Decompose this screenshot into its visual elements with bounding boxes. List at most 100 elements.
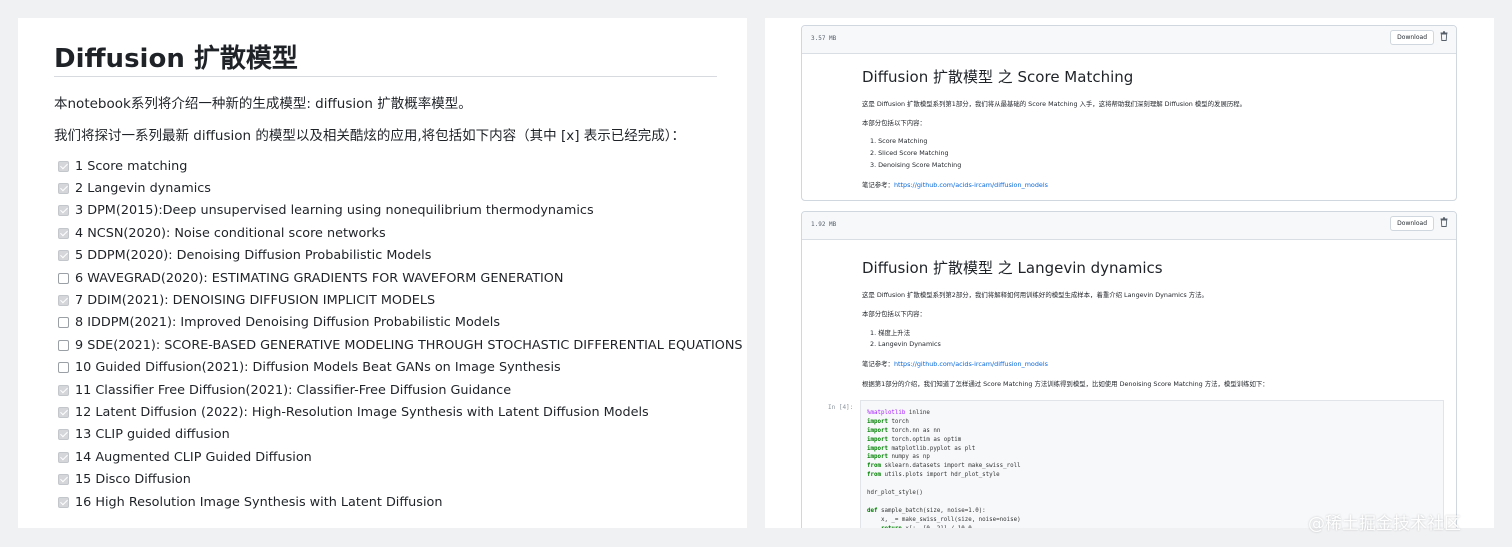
task-item: 15 Disco Diffusion [58, 468, 743, 490]
trash-icon[interactable] [1440, 31, 1448, 41]
task-item: 4 NCSN(2020): Noise conditional score ne… [58, 222, 743, 244]
download-button[interactable]: Download [1390, 216, 1434, 231]
cell-prompt: In [4]: [828, 404, 854, 411]
code-token: import [867, 427, 888, 434]
checked-checkbox[interactable] [58, 451, 69, 463]
task-label: 13 CLIP guided diffusion [75, 427, 230, 443]
code-text: numpy as np [887, 454, 930, 461]
notebook-panel: 3.57 MB Download Diffusion 扩散模型 之 Score … [765, 18, 1494, 528]
checked-checkbox[interactable] [58, 496, 69, 508]
markdown-panel: Diffusion 扩散模型 本notebook系列将介绍一种新的生成模型: d… [18, 18, 747, 528]
checked-checkbox[interactable] [58, 384, 69, 396]
task-label: 4 NCSN(2020): Noise conditional score ne… [75, 225, 386, 241]
notebook-reference: 笔记参考：https://github.com/acids-ircam/diff… [862, 180, 1446, 189]
task-list: 1 Score matching 2 Langevin dynamics 3 DPM… [58, 155, 743, 513]
reference-link[interactable]: https://github.com/acids-ircam/diffusion… [894, 181, 1048, 189]
code-token: import [867, 445, 888, 452]
task-label: 7 DDIM(2021): DENOISING DIFFUSION IMPLIC… [75, 293, 436, 309]
checked-checkbox[interactable] [58, 406, 69, 418]
checked-checkbox[interactable] [58, 429, 69, 441]
task-label: 10 Guided Diffusion(2021): Diffusion Mod… [75, 360, 561, 376]
task-item: 6 WAVEGRAD(2020): ESTIMATING GRADIENTS F… [58, 267, 743, 289]
code-text: utils.plots import hdr_plot_style [880, 472, 1000, 479]
intro-paragraph: 本notebook系列将介绍一种新的生成模型: diffusion 扩散概率模型… [54, 96, 472, 112]
notebook-header: 1.92 MB Download [802, 212, 1456, 240]
watermark: @稀土掘金技术社区 [1308, 514, 1461, 534]
task-item: 8 IDDPM(2021): Improved Denoising Diffus… [58, 312, 743, 334]
notebook-item-list: 1. 梯度上升法 2. Langevin Dynamics [862, 328, 1446, 352]
notebook-description: 这是 Diffusion 扩散模型系列第1部分，我们将从最基础的 Score M… [862, 100, 1247, 108]
notebook-title: Diffusion 扩散模型 之 Langevin dynamics [862, 259, 1163, 277]
task-item: 12 Latent Diffusion (2022): High-Resolut… [58, 401, 743, 423]
file-size: 3.57 MB [811, 35, 837, 42]
code-text: hdr_plot_style() [867, 490, 923, 497]
code-text: matplotlib.pyplot as plt [887, 445, 976, 452]
notebook-card-score-matching: 3.57 MB Download Diffusion 扩散模型 之 Score … [801, 25, 1457, 201]
checked-checkbox[interactable] [58, 205, 69, 217]
checked-checkbox[interactable] [58, 250, 69, 262]
title-divider [54, 76, 717, 77]
task-item: 13 CLIP guided diffusion [58, 424, 743, 446]
code-token: %matplotlib [867, 410, 906, 416]
code-line: import torch [867, 418, 1443, 427]
task-item: 11 Classifier Free Diffusion(2021): Clas… [58, 379, 743, 401]
task-item: 9 SDE(2021): SCORE-BASED GENERATIVE MODE… [58, 334, 743, 356]
code-line: import numpy as np [867, 453, 1443, 462]
unchecked-checkbox[interactable] [58, 272, 69, 284]
reference-label: 笔记参考： [862, 180, 894, 189]
list-item: 2. Langevin Dynamics [870, 340, 941, 349]
task-item: 2 Langevin dynamics [58, 177, 743, 199]
notebook-reference: 笔记参考：https://github.com/acids-ircam/diff… [862, 359, 1446, 368]
task-item: 5 DDPM(2020): Denoising Diffusion Probab… [58, 245, 743, 267]
list-item: 1. 梯度上升法 [870, 329, 911, 337]
code-line: from utils.plots import hdr_plot_style [867, 471, 1443, 480]
notebook-content: Diffusion 扩散模型 之 Langevin dynamics 这是 Di… [862, 240, 1446, 388]
code-line: hdr_plot_style() [867, 489, 1443, 498]
code-line: import torch.nn as nn [867, 427, 1443, 436]
reference-label: 笔记参考： [862, 360, 894, 369]
checked-checkbox[interactable] [58, 183, 69, 195]
checked-checkbox[interactable] [58, 227, 69, 239]
task-item: 10 Guided Diffusion(2021): Diffusion Mod… [58, 357, 743, 379]
task-label: 16 High Resolution Image Synthesis with … [75, 494, 443, 510]
unchecked-checkbox[interactable] [58, 339, 69, 351]
code-line: import matplotlib.pyplot as plt [867, 445, 1443, 454]
task-label: 12 Latent Diffusion (2022): High-Resolut… [75, 404, 649, 420]
code-line: from sklearn.datasets import make_swiss_… [867, 462, 1443, 471]
list-item: 3. Denoising Score Matching [870, 161, 962, 170]
trash-icon[interactable] [1440, 217, 1448, 227]
code-text: sklearn.datasets import make_swiss_roll [880, 463, 1021, 470]
code-text: x[:, [0, 2]] / 10.0 [902, 526, 971, 528]
checked-checkbox[interactable] [58, 474, 69, 486]
checked-checkbox[interactable] [58, 160, 69, 172]
task-item: 16 High Resolution Image Synthesis with … [58, 491, 743, 513]
task-item: 7 DDIM(2021): DENOISING DIFFUSION IMPLIC… [58, 289, 743, 311]
task-label: 9 SDE(2021): SCORE-BASED GENERATIVE MODE… [75, 337, 743, 353]
task-label: 15 Disco Diffusion [75, 472, 191, 488]
notebook-item-list: 1. Score Matching 2. Sliced Score Matchi… [862, 137, 1446, 174]
notebook-includes: 本部分包括以下内容： [862, 119, 926, 127]
list-item: 1. Score Matching [870, 137, 928, 145]
code-token: import [867, 418, 888, 425]
code-text: sample_batch(size, noise=1.0): [877, 507, 986, 514]
task-label: 2 Langevin dynamics [75, 181, 211, 197]
task-label: 11 Classifier Free Diffusion(2021): Clas… [75, 382, 512, 398]
reference-link[interactable]: https://github.com/acids-ircam/diffusion… [894, 360, 1048, 368]
task-label: 3 DPM(2015):Deep unsupervised learning u… [75, 203, 594, 219]
code-text: torch.nn as nn [887, 427, 941, 434]
download-button[interactable]: Download [1390, 30, 1434, 45]
code-line: import torch.optim as optim [867, 436, 1443, 445]
notebook-header: 3.57 MB Download [802, 26, 1456, 54]
unchecked-checkbox[interactable] [58, 317, 69, 329]
checked-checkbox[interactable] [58, 295, 69, 307]
notebook-title: Diffusion 扩散模型 之 Score Matching [862, 68, 1134, 86]
task-label: 5 DDPM(2020): Denoising Diffusion Probab… [75, 248, 432, 264]
unchecked-checkbox[interactable] [58, 362, 69, 374]
file-size: 1.92 MB [811, 221, 837, 228]
task-label: 6 WAVEGRAD(2020): ESTIMATING GRADIENTS F… [75, 270, 564, 286]
code-token: from [867, 472, 881, 479]
task-label: 1 Score matching [75, 158, 188, 174]
code-text: torch [887, 418, 909, 425]
